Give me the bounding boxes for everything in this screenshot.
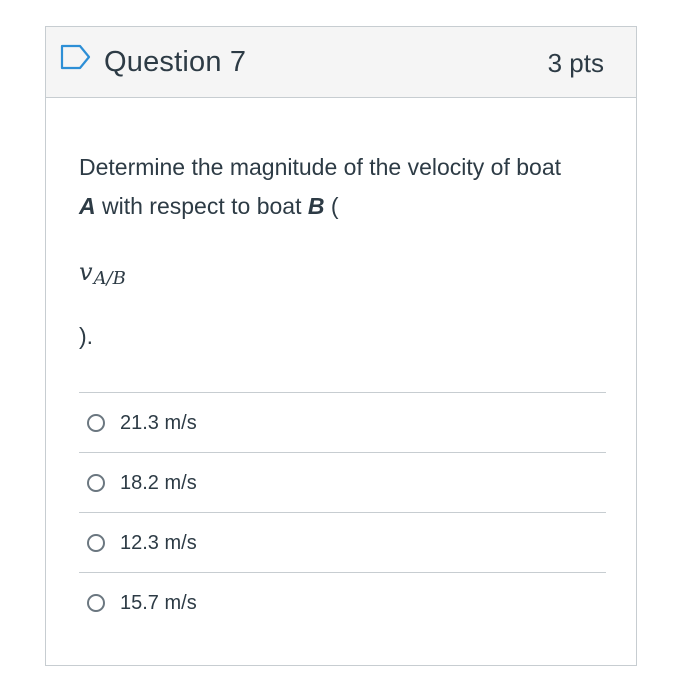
answer-label: 18.2 m/s [120, 472, 197, 494]
math-expression: vA/B [79, 257, 126, 290]
radio-button[interactable] [87, 534, 105, 552]
answer-option[interactable]: 15.7 m/s [79, 573, 606, 633]
answer-option[interactable]: 21.3 m/s [79, 393, 606, 453]
answer-label: 21.3 m/s [120, 412, 197, 434]
math-symbol: v [79, 258, 93, 286]
prompt-text-3: ( [324, 193, 339, 219]
question-header: Question 7 3 pts [46, 27, 636, 98]
prompt-text-1: Determine the magnitude of the velocity … [79, 154, 562, 180]
question-prompt: Determine the magnitude of the velocity … [79, 148, 579, 226]
prompt-bold-b: B [307, 193, 325, 219]
answer-option[interactable]: 18.2 m/s [79, 453, 606, 513]
bookmark-flag-icon[interactable] [60, 44, 92, 70]
prompt-bold-a: A [79, 193, 96, 219]
radio-button[interactable] [87, 474, 105, 492]
answer-label: 15.7 m/s [120, 592, 197, 614]
prompt-text-2: with respect to boat [95, 193, 308, 219]
radio-button[interactable] [87, 594, 105, 612]
question-points: 3 pts [547, 48, 604, 78]
answer-option[interactable]: 12.3 m/s [79, 513, 606, 573]
answer-label: 12.3 m/s [120, 532, 197, 554]
prompt-closing: ). [79, 323, 94, 349]
math-subscript: A/B [93, 268, 126, 289]
answer-list: 21.3 m/s 18.2 m/s 12.3 m/s 15.7 m/s [79, 392, 606, 633]
question-card: Question 7 3 pts Determine the magnitude… [45, 26, 637, 666]
radio-button[interactable] [87, 414, 105, 432]
question-title: Question 7 [104, 46, 247, 78]
